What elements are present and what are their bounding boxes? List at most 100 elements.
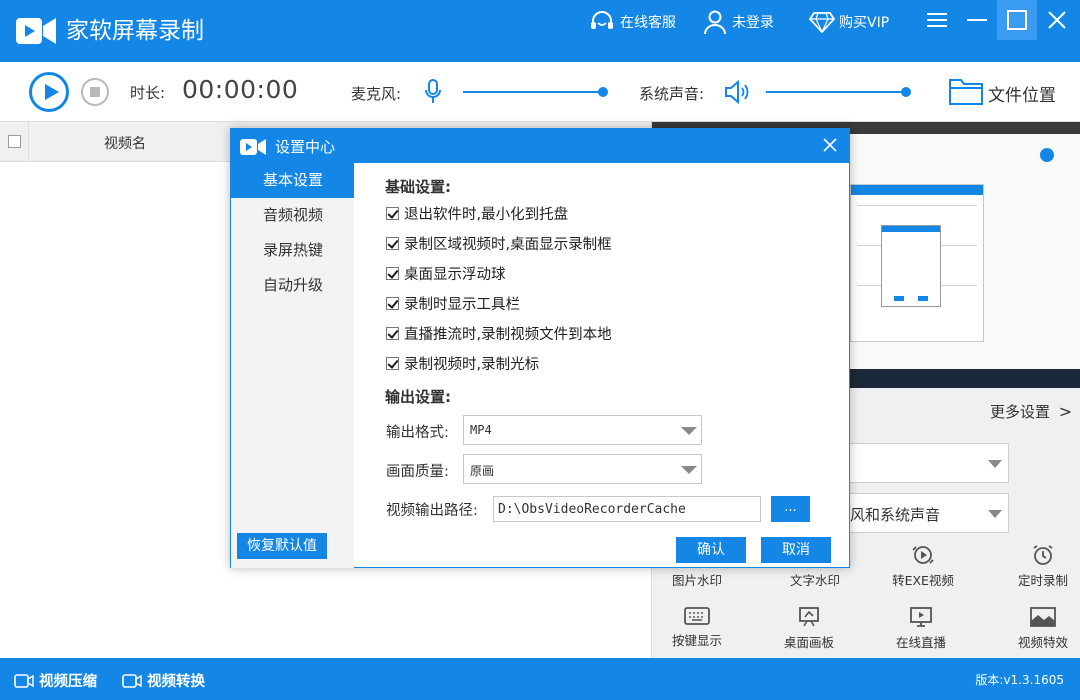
dialog-title-bar: 设置中心 — [231, 129, 849, 163]
alarm-clock-icon — [1033, 545, 1053, 565]
tool-label: 桌面画板 — [783, 635, 834, 650]
select-all-checkbox[interactable] — [8, 135, 21, 148]
nav-auto-update[interactable]: 自动升级 — [231, 268, 354, 303]
menu-button[interactable] — [917, 0, 957, 40]
output-format-select[interactable]: MP4 — [463, 415, 702, 445]
video-convert-label: 视频转换 — [147, 674, 205, 690]
dialog-title: 设置中心 — [275, 138, 336, 156]
tool-convert-exe[interactable]: 转EXE视频 — [878, 544, 968, 589]
stop-record-button[interactable] — [81, 78, 109, 106]
video-compress-icon — [14, 673, 34, 688]
microphone-icon[interactable] — [425, 79, 441, 105]
cancel-button[interactable]: 取消 — [761, 537, 831, 563]
option-show-toolbar[interactable]: 录制时显示工具栏 — [386, 294, 520, 313]
app-logo-icon — [16, 18, 56, 44]
chevron-down-icon — [988, 510, 1002, 518]
checkbox-checked[interactable] — [386, 356, 399, 370]
output-format-value: MP4 — [470, 423, 492, 437]
version-label: 版本:v1.3.1605 — [975, 673, 1064, 687]
start-record-button[interactable] — [29, 72, 69, 112]
easel-icon — [799, 607, 819, 627]
duration-label: 时长: — [130, 84, 166, 102]
audio-source-value: 风和系统声音 — [850, 506, 941, 524]
video-convert-button[interactable]: 视频转换 — [122, 670, 205, 691]
folder-icon[interactable] — [948, 76, 984, 106]
tool-label: 转EXE视频 — [892, 573, 954, 588]
option-label: 退出软件时,最小化到托盘 — [404, 206, 569, 223]
checkbox-checked[interactable] — [386, 266, 399, 280]
more-settings-link[interactable]: 更多设置 > — [990, 401, 1072, 422]
preview-button — [918, 296, 928, 301]
confirm-button[interactable]: 确认 — [676, 537, 746, 563]
option-label: 录制时显示工具栏 — [404, 296, 520, 313]
option-label: 桌面显示浮动球 — [404, 266, 506, 283]
quality-select[interactable]: 原画 — [463, 454, 702, 484]
settings-nav: 基本设置 音频视频 录屏热键 自动升级 — [231, 163, 354, 568]
speaker-icon[interactable] — [724, 80, 750, 104]
more-settings-label: 更多设置 — [990, 403, 1051, 421]
tool-label: 视频特效 — [1017, 635, 1068, 650]
option-floating-ball[interactable]: 桌面显示浮动球 — [386, 264, 506, 283]
option-minimize-to-tray[interactable]: 退出软件时,最小化到托盘 — [386, 204, 569, 223]
tool-key-display[interactable]: 按键显示 — [652, 606, 742, 649]
option-record-cursor[interactable]: 录制视频时,录制光标 — [386, 354, 539, 373]
browse-path-button[interactable]: ... — [771, 496, 810, 522]
system-sound-label: 系统声音: — [639, 85, 705, 103]
buy-vip-label: 购买VIP — [839, 15, 890, 31]
tool-scheduled-record[interactable]: 定时录制 — [998, 544, 1080, 589]
checkbox-checked[interactable] — [386, 326, 399, 340]
login-button[interactable]: 未登录 — [702, 8, 774, 36]
column-video-name[interactable]: 视频名 — [104, 133, 146, 153]
mic-volume-slider[interactable] — [463, 87, 608, 97]
close-icon[interactable] — [823, 138, 837, 152]
tool-video-effects[interactable]: 视频特效 — [998, 606, 1080, 651]
nav-basic-settings[interactable]: 基本设置 — [231, 163, 354, 198]
online-service-label: 在线客服 — [620, 15, 676, 31]
recording-toolbar: 时长: 00:00:00 麦克风: 系统声音: 文件位置 — [0, 62, 1080, 122]
system-sound-knob[interactable] — [901, 87, 911, 97]
chevron-down-icon — [681, 427, 697, 435]
login-label: 未登录 — [732, 15, 774, 31]
nav-hotkeys[interactable]: 录屏热键 — [231, 233, 354, 268]
checkbox-checked[interactable] — [386, 236, 399, 250]
checkbox-checked[interactable] — [386, 296, 399, 310]
user-icon — [704, 10, 726, 35]
video-source-select[interactable] — [849, 443, 1009, 483]
output-settings-title: 输出设置: — [385, 388, 451, 406]
video-compress-button[interactable]: 视频压缩 — [14, 670, 97, 691]
online-service-button[interactable]: 在线客服 — [588, 8, 676, 36]
option-show-record-frame[interactable]: 录制区域视频时,桌面显示录制框 — [386, 234, 612, 253]
basic-settings-title: 基础设置: — [385, 178, 451, 196]
checkbox-checked[interactable] — [386, 206, 399, 220]
video-compress-label: 视频压缩 — [39, 674, 97, 690]
monitor-play-icon — [910, 607, 932, 627]
tool-image-watermark[interactable]: 图片水印 — [652, 570, 742, 589]
buy-vip-button[interactable]: 购买VIP — [809, 8, 889, 36]
close-button[interactable] — [1037, 0, 1077, 40]
nav-audio-video[interactable]: 音频视频 — [231, 198, 354, 233]
preview-dialog-bar — [882, 226, 940, 232]
option-record-local-when-streaming[interactable]: 直播推流时,录制视频文件到本地 — [386, 324, 612, 343]
mic-label: 麦克风: — [351, 85, 402, 103]
reset-defaults-button[interactable]: 恢复默认值 — [237, 533, 327, 559]
tool-text-watermark[interactable]: 文字水印 — [770, 570, 860, 589]
maximize-button[interactable] — [997, 0, 1037, 40]
preview-app-titlebar — [851, 185, 983, 195]
hamburger-menu-icon — [927, 13, 947, 27]
file-location-button[interactable]: 文件位置 — [988, 81, 1056, 106]
quality-value: 原画 — [470, 464, 495, 478]
quality-label: 画面质量: — [386, 464, 449, 480]
minimize-button[interactable] — [957, 0, 997, 40]
mic-volume-knob[interactable] — [598, 87, 608, 97]
photo-effects-icon — [1030, 607, 1056, 627]
headset-icon — [591, 11, 613, 29]
system-sound-slider[interactable] — [766, 87, 911, 97]
chevron-down-icon — [681, 466, 697, 474]
output-path-input[interactable] — [493, 496, 761, 522]
tool-live-stream[interactable]: 在线直播 — [876, 606, 966, 651]
maximize-icon — [1007, 10, 1027, 30]
audio-source-select[interactable]: 风和系统声音 — [849, 493, 1009, 533]
status-bar: 视频压缩 视频转换 版本:v1.3.1605 — [0, 658, 1080, 700]
tool-desktop-board[interactable]: 桌面画板 — [764, 606, 854, 651]
title-bar: 家软屏幕录制 在线客服 未登录 购买VIP — [0, 0, 1080, 62]
